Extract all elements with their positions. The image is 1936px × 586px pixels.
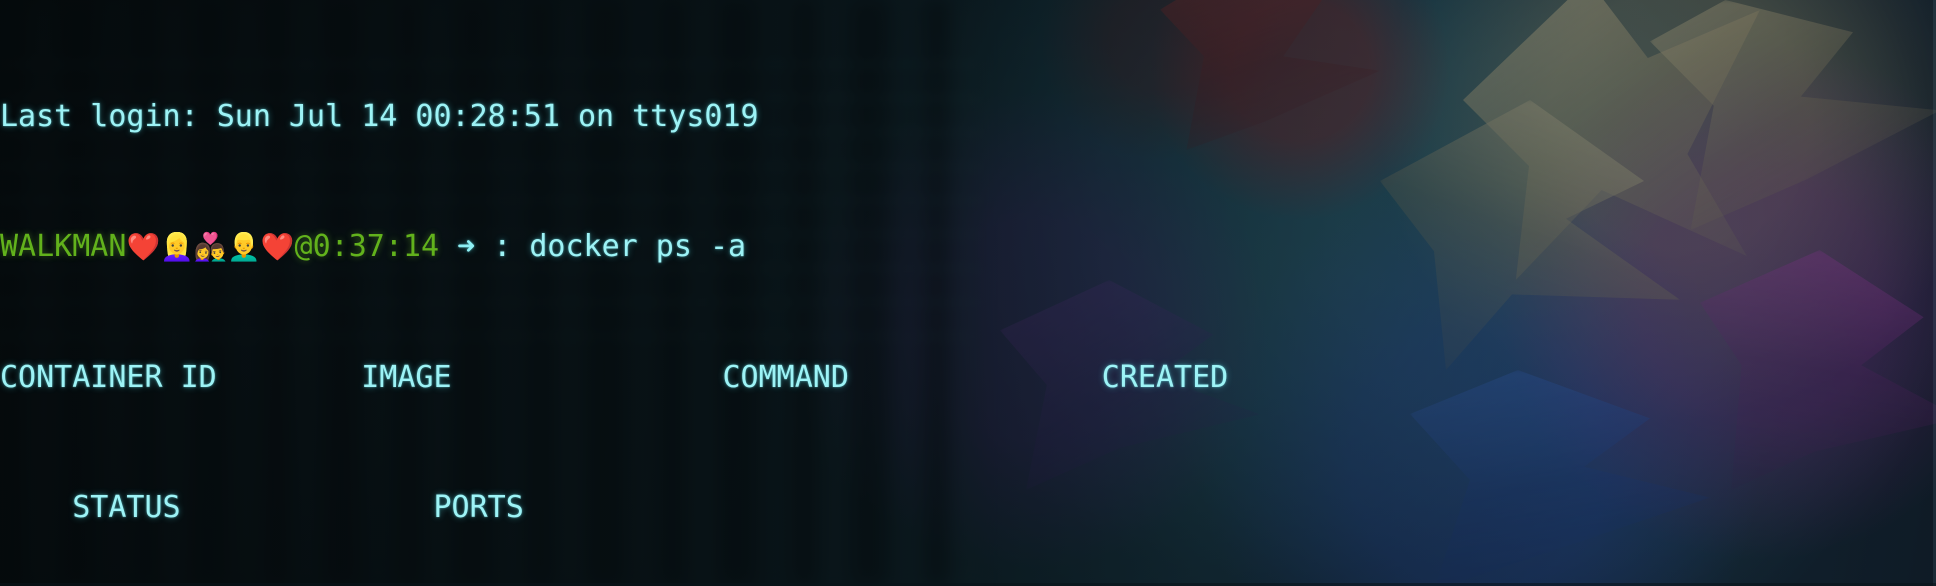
terminal-line-headers-1: CONTAINER ID IMAGE COMMAND CREATED bbox=[0, 359, 1936, 395]
prompt-arrow-icon: ➜ bbox=[457, 229, 476, 265]
prompt-separator: : bbox=[493, 229, 512, 265]
terminal-line-prompt-1: WALKMAN❤️👱‍♀️👩‍❤️‍👨👱‍♂️❤️@0:37:14 ➜ : do… bbox=[0, 229, 1936, 265]
prompt-user: WALKMAN bbox=[0, 229, 127, 265]
terminal-line-login: Last login: Sun Jul 14 00:28:51 on ttys0… bbox=[0, 98, 1936, 134]
terminal-window[interactable]: Last login: Sun Jul 14 00:28:51 on ttys0… bbox=[0, 0, 1936, 586]
terminal-line-headers-2: STATUS PORTS bbox=[0, 489, 1936, 525]
last-login-text: Last login: Sun Jul 14 00:28:51 on ttys0… bbox=[0, 98, 759, 134]
table-header-created: CREATED bbox=[1101, 359, 1229, 395]
command-text: docker ps -a bbox=[529, 229, 747, 265]
prompt-time: 0:37:14 bbox=[312, 229, 440, 265]
table-headers-left: CONTAINER ID IMAGE COMMAND bbox=[0, 359, 849, 395]
terminal-text-area[interactable]: Last login: Sun Jul 14 00:28:51 on ttys0… bbox=[0, 0, 1936, 586]
table-headers-status-ports: STATUS PORTS bbox=[0, 489, 524, 525]
prompt-emoji: ❤️👱‍♀️👩‍❤️‍👨👱‍♂️❤️ bbox=[126, 232, 295, 264]
prompt-at: @ bbox=[294, 229, 313, 265]
